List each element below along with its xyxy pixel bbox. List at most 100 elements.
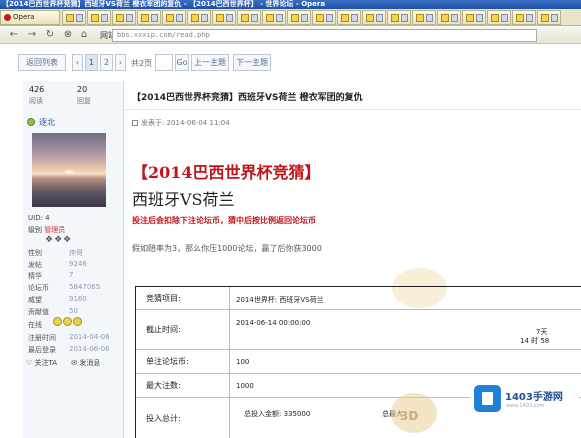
tab-favicon-icon <box>366 14 374 22</box>
post-meta: 发表于: 2014-06-04 11:04 <box>132 118 230 128</box>
user-group: 级别 管理员 <box>28 225 65 235</box>
info-value: 帅哥 <box>69 249 83 257</box>
browser-tab[interactable] <box>262 10 286 25</box>
tab-page-icon <box>426 14 433 22</box>
follow-label: 关注TA <box>34 359 58 367</box>
stop-icon[interactable]: ⊗ <box>62 29 74 41</box>
table-label: 单注论坛币: <box>136 350 230 373</box>
views-count: 426 <box>29 85 45 94</box>
info-value: 9246 <box>69 260 87 268</box>
browser-tab[interactable] <box>387 10 411 25</box>
tab-page-icon <box>126 14 133 22</box>
browser-tab[interactable] <box>487 10 511 25</box>
tab-favicon-icon <box>441 14 449 22</box>
tab-page-icon <box>76 14 83 22</box>
info-label: 精华 <box>28 272 42 280</box>
follow-button[interactable]: ♡ 关注TA <box>26 358 63 368</box>
table-label: 截止时间: <box>136 310 230 349</box>
tab-strip: Opera <box>0 9 581 26</box>
page-jump-input[interactable] <box>155 54 173 71</box>
info-value: 9160 <box>69 295 87 303</box>
browser-tab[interactable] <box>512 10 536 25</box>
replies-count: 20 <box>77 85 88 94</box>
go-button[interactable]: Go <box>175 54 189 71</box>
tab-page-icon <box>326 14 333 22</box>
table-row: 单注论坛币: 100 <box>136 350 581 374</box>
message-button[interactable]: ✉ 发消息 <box>71 358 106 368</box>
browser-tab[interactable] <box>412 10 436 25</box>
author-sidebar: 426 阅读 20 回复 逐北 UID: 4 级别 管理员 ❖❖❖ 性别 帅哥 … <box>23 81 124 438</box>
browser-tab[interactable] <box>162 10 186 25</box>
info-value: 2014-04-06 <box>69 333 110 341</box>
total-pages-label: 共2页 <box>131 59 153 68</box>
tab-opera-label: Opera <box>13 13 35 21</box>
message-label: 发消息 <box>79 359 101 367</box>
logo-text: 1403手游网 <box>505 392 563 403</box>
next-page-button[interactable]: › <box>115 54 126 71</box>
tab-page-icon <box>351 14 358 22</box>
forward-arrow-icon[interactable]: → <box>26 29 38 41</box>
tab-page-icon <box>301 14 308 22</box>
browser-tab[interactable] <box>237 10 261 25</box>
info-value: 7 <box>69 271 74 279</box>
tab-favicon-icon <box>416 14 424 22</box>
medal-icon <box>73 317 82 326</box>
browser-tab[interactable] <box>212 10 236 25</box>
tab-page-icon <box>551 14 558 22</box>
page-2-button[interactable]: 2 <box>100 54 113 71</box>
watermark-3d-stamp: 3D <box>391 393 437 433</box>
browser-tab[interactable] <box>462 10 486 25</box>
group-prefix: 级别 <box>28 226 42 234</box>
browser-tab[interactable] <box>87 10 111 25</box>
prev-topic-button[interactable]: 上一主题 <box>191 54 229 71</box>
watermark-3d-text: 3D <box>400 409 419 423</box>
info-label: 发帖 <box>28 261 42 269</box>
address-bar[interactable]: bbs.xxxip.com/read.php <box>112 29 537 42</box>
browser-tab[interactable] <box>337 10 361 25</box>
browser-tab[interactable] <box>137 10 161 25</box>
author-username[interactable]: 逐北 <box>39 117 55 128</box>
tab-opera[interactable]: Opera <box>0 10 60 25</box>
medal-icon <box>63 317 72 326</box>
medal-icon <box>53 317 62 326</box>
prev-page-button[interactable]: ‹ <box>72 54 83 71</box>
info-label: 威望 <box>28 296 42 304</box>
avatar[interactable] <box>32 133 106 207</box>
table-label: 投入总计: <box>136 398 230 438</box>
browser-tab[interactable] <box>62 10 86 25</box>
tab-page-icon <box>201 14 208 22</box>
page-1-button[interactable]: 1 <box>85 54 98 71</box>
next-topic-button[interactable]: 下一主题 <box>233 54 271 71</box>
tab-favicon-icon <box>116 14 124 22</box>
browser-tab[interactable] <box>537 10 561 25</box>
table-value: 1000 <box>236 382 254 390</box>
tab-favicon-icon <box>541 14 549 22</box>
browser-tab[interactable] <box>362 10 386 25</box>
tab-page-icon <box>101 14 108 22</box>
table-row: 截止时间: 2014-06-14 00:00:00 7天 14 时 58 <box>136 310 581 350</box>
back-arrow-icon[interactable]: ← <box>8 29 20 41</box>
navigation-bar: ← → ↻ ⊗ ⌂ 网站 bbs.xxxip.com/read.php <box>0 27 581 44</box>
online-medals <box>53 317 83 326</box>
table-row: 竞猜项目: 2014世界杯: 西班牙VS荷兰 <box>136 287 581 310</box>
user-id: UID: 4 <box>28 214 50 222</box>
table-label: 竞猜项目: <box>136 287 230 309</box>
tab-page-icon <box>501 14 508 22</box>
browser-tab[interactable] <box>312 10 336 25</box>
home-icon[interactable]: ⌂ <box>78 29 90 41</box>
table-value: 2014世界杯: 西班牙VS荷兰 <box>236 296 324 304</box>
browser-tab[interactable] <box>287 10 311 25</box>
pagination-row: 返回列表 ‹ 1 2 › 共2页 Go 上一主题 下一主题 <box>0 45 581 81</box>
browser-tab[interactable] <box>112 10 136 25</box>
back-to-list-button[interactable]: 返回列表 <box>18 54 66 71</box>
table-label: 最大注数: <box>136 374 230 397</box>
reload-icon[interactable]: ↻ <box>44 29 56 41</box>
tab-favicon-icon <box>341 14 349 22</box>
post-headline-match: 西班牙VS荷兰 <box>132 190 235 209</box>
browser-tab[interactable] <box>437 10 461 25</box>
browser-tab[interactable] <box>187 10 211 25</box>
site-logo: 1403手游网 www.1403.com <box>470 381 579 415</box>
topic-title: 【2014巴西世界杯竞猜】西班牙VS荷兰 橙衣军团的复仇 <box>132 93 363 103</box>
odds-example-text: 假如赔率为3，那么你压1000论坛，赢了后你获3000 <box>132 244 322 253</box>
tab-page-icon <box>401 14 408 22</box>
